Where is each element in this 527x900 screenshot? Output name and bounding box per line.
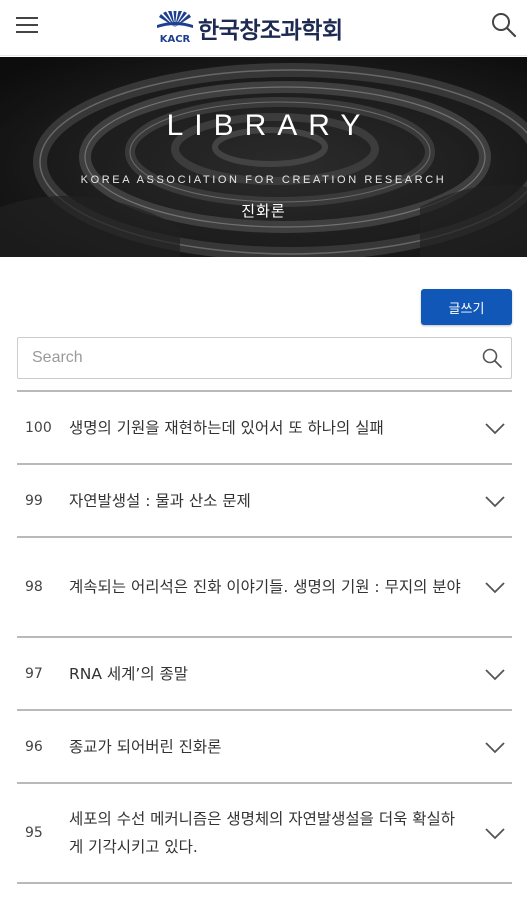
kacr-logo-mark: KACR [157,11,193,45]
write-button[interactable]: 글쓰기 [421,289,512,325]
app-header: KACR 한국창조과학회 [0,0,527,56]
chevron-down-icon[interactable] [484,577,506,597]
banner-title: LIBRARY [166,109,372,142]
post-number: 98 [25,579,43,595]
search-input[interactable] [18,338,473,378]
post-title: 계속되는 어리석은 진화 이야기들. 생명의 기원 : 무지의 분야 [69,578,461,596]
banner-subtitle: KOREA ASSOCIATION FOR CREATION RESEARCH [80,174,447,186]
post-number: 95 [25,825,43,841]
post-title: 생명의 기원을 재현하는데 있어서 또 하나의 실패 [69,418,384,437]
list-item[interactable]: 97 RNA 세계’의 종말 [17,638,512,711]
post-number: 96 [25,738,43,755]
list-item[interactable]: 100 생명의 기원을 재현하는데 있어서 또 하나의 실패 [17,392,512,465]
post-number: 97 [25,665,43,682]
logo[interactable]: KACR 한국창조과학회 [154,10,343,46]
search-icon[interactable] [489,10,519,40]
list-item[interactable]: 96 종교가 되어버린 진화론 [17,711,512,784]
banner-category: 진화론 [241,202,286,220]
chevron-down-icon[interactable] [484,491,506,511]
hamburger-menu-icon[interactable] [14,14,42,38]
chevron-down-icon[interactable] [484,737,506,757]
banner-spiral-image [0,57,527,257]
list-item[interactable]: 95 세포의 수선 메커니즘은 생명체의 자연발생설을 더욱 확실하게 기각시키… [17,784,512,884]
chevron-down-icon[interactable] [484,664,506,684]
chevron-down-icon[interactable] [484,823,506,843]
post-list: 100 생명의 기원을 재현하는데 있어서 또 하나의 실패 99 자연발생설 … [17,390,512,884]
post-number: 99 [25,492,43,509]
post-title: 종교가 되어버린 진화론 [69,737,222,756]
logo-text: 한국창조과학회 [198,18,343,44]
list-item[interactable]: 98 계속되는 어리석은 진화 이야기들. 생명의 기원 : 무지의 분야 [17,538,512,638]
logo-mark-text: KACR [160,34,191,45]
hero-banner: LIBRARY KOREA ASSOCIATION FOR CREATION R… [0,57,527,257]
post-title: RNA 세계’의 종말 [69,664,189,683]
post-title: 세포의 수선 메커니즘은 생명체의 자연발생설을 더욱 확실하게 기각시키고 있… [69,810,456,856]
search-box [17,337,512,379]
chevron-down-icon[interactable] [484,418,506,438]
post-title: 자연발생설 : 물과 산소 문제 [69,491,251,510]
post-number: 100 [25,419,52,436]
search-submit-icon[interactable] [481,347,503,369]
list-item[interactable]: 99 자연발생설 : 물과 산소 문제 [17,465,512,538]
